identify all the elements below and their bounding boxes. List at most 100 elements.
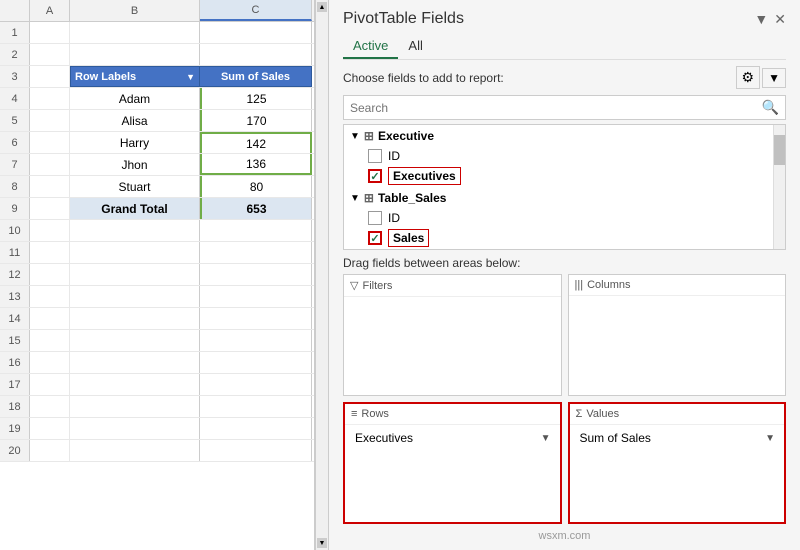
- cell-b9-grand-total: Grand Total: [70, 198, 200, 219]
- cell-a9[interactable]: [30, 198, 70, 219]
- cell-b7-jhon[interactable]: Jhon: [70, 154, 200, 175]
- sales-checkbox[interactable]: [368, 231, 382, 245]
- cell-b5-alisa[interactable]: Alisa: [70, 110, 200, 131]
- executives-checkbox[interactable]: [368, 169, 382, 183]
- cell-a7[interactable]: [30, 154, 70, 175]
- table-row: 7 Jhon 136: [0, 154, 314, 176]
- cell-a6[interactable]: [30, 132, 70, 153]
- table-row: 20: [0, 440, 314, 462]
- filters-header: ▽ Filters: [344, 275, 561, 297]
- cell-b8-stuart[interactable]: Stuart: [70, 176, 200, 197]
- values-content: Sum of Sales ▼: [570, 425, 785, 522]
- search-input[interactable]: [350, 101, 762, 115]
- filter-icon[interactable]: ▼: [186, 72, 195, 82]
- spreadsheet-panel: A B C 1 2 3 Executives Row Labels ▼: [0, 0, 315, 550]
- scroll-down-arrow[interactable]: ▼: [317, 538, 327, 548]
- cell-a4[interactable]: [30, 88, 70, 109]
- choose-fields-label: Choose fields to add to report:: [343, 71, 504, 85]
- fields-list: ▼ ⊞ Executive ID Executives ▼ ⊞ Table_Sa…: [343, 124, 786, 250]
- cell-c2[interactable]: [200, 44, 312, 65]
- column-headers: A B C: [0, 0, 314, 22]
- table-row: 6 Harry 142: [0, 132, 314, 154]
- cell-b1[interactable]: [70, 22, 200, 43]
- cell-a5[interactable]: [30, 110, 70, 131]
- row-num-header: [0, 0, 30, 21]
- field-item-executives[interactable]: Executives: [344, 165, 785, 187]
- field-item-sales[interactable]: Sales: [344, 227, 785, 249]
- pivot-panel-title: PivotTable Fields: [343, 10, 464, 28]
- cell-c7-136[interactable]: 136: [200, 154, 312, 175]
- scrollbar[interactable]: ▲ ▼: [315, 0, 329, 550]
- col-c-header: C: [200, 0, 312, 21]
- table-row: 8 Stuart 80: [0, 176, 314, 198]
- field-label-sales: Sales: [388, 229, 429, 247]
- cell-a3[interactable]: [30, 66, 70, 87]
- watermark: wsxm.com: [329, 528, 800, 544]
- cell-a1[interactable]: [30, 22, 70, 43]
- cell-c9-653: 653: [200, 198, 312, 219]
- executive-id-checkbox[interactable]: [368, 149, 382, 163]
- drag-areas: ▽ Filters ||| Columns ≡ Rows Executives …: [343, 274, 786, 524]
- gear-button[interactable]: ⚙: [736, 66, 761, 89]
- table-icon: ⊞: [364, 191, 374, 205]
- row-num: 6: [0, 132, 30, 153]
- cell-b2[interactable]: [70, 44, 200, 65]
- values-label: Values: [586, 408, 619, 420]
- rows-area[interactable]: ≡ Rows Executives ▼: [343, 402, 562, 524]
- cell-c4-125[interactable]: 125: [200, 88, 312, 109]
- cell-a2[interactable]: [30, 44, 70, 65]
- cell-c8-80[interactable]: 80: [200, 176, 312, 197]
- table-row: 13: [0, 286, 314, 308]
- rows-item-dropdown[interactable]: ▼: [538, 431, 554, 446]
- pivot-table-fields-panel: PivotTable Fields ▼ ✕ Active All Choose …: [329, 0, 800, 550]
- field-item-sales-id[interactable]: ID: [344, 209, 785, 227]
- filters-content: [344, 297, 561, 395]
- cell-c6-142[interactable]: 142: [200, 132, 312, 153]
- expand-icon: ▼: [350, 193, 360, 204]
- table-sales-group-header[interactable]: ▼ ⊞ Table_Sales: [344, 187, 785, 209]
- columns-area[interactable]: ||| Columns: [568, 274, 787, 396]
- field-label-executive-id: ID: [388, 149, 400, 163]
- search-row: 🔍: [343, 95, 786, 120]
- row-num: 7: [0, 154, 30, 175]
- gear-dropdown-btn[interactable]: ▼: [762, 68, 786, 88]
- choose-fields-row: Choose fields to add to report: ⚙ ▼: [329, 60, 800, 91]
- search-icon: 🔍: [762, 99, 779, 116]
- filters-area[interactable]: ▽ Filters: [343, 274, 562, 396]
- cell-b6-harry[interactable]: Harry: [70, 132, 200, 153]
- columns-label: Columns: [587, 279, 630, 291]
- table-row: 11: [0, 242, 314, 264]
- values-item: Sum of Sales ▼: [576, 429, 779, 447]
- values-icon: Σ: [576, 408, 583, 420]
- tab-active[interactable]: Active: [343, 34, 398, 59]
- gear-controls: ⚙ ▼: [736, 66, 786, 89]
- scroll-up-arrow[interactable]: ▲: [317, 2, 327, 12]
- cell-c1[interactable]: [200, 22, 312, 43]
- cell-a8[interactable]: [30, 176, 70, 197]
- table-row: 10: [0, 220, 314, 242]
- pivot-panel-close-btn[interactable]: ✕: [774, 11, 786, 28]
- rows-content: Executives ▼: [345, 425, 560, 522]
- values-item-dropdown[interactable]: ▼: [762, 431, 778, 446]
- table-row: 18: [0, 396, 314, 418]
- cell-b4-adam[interactable]: Adam: [70, 88, 200, 109]
- cell-c5-170[interactable]: 170: [200, 110, 312, 131]
- sales-id-checkbox[interactable]: [368, 211, 382, 225]
- col-a-header: A: [30, 0, 70, 21]
- executive-group-header[interactable]: ▼ ⊞ Executive: [344, 125, 785, 147]
- table-row: 15: [0, 330, 314, 352]
- field-item-executive-id[interactable]: ID: [344, 147, 785, 165]
- values-item-text: Sum of Sales: [576, 429, 763, 447]
- table-row: 17: [0, 374, 314, 396]
- table-row: 1: [0, 22, 314, 44]
- expand-icon: ▼: [350, 131, 360, 142]
- field-label-executives: Executives: [388, 167, 461, 185]
- table-row: 19: [0, 418, 314, 440]
- table-row: 4 Adam 125: [0, 88, 314, 110]
- values-area[interactable]: Σ Values Sum of Sales ▼: [568, 402, 787, 524]
- tab-all[interactable]: All: [398, 34, 432, 59]
- fields-scrollbar[interactable]: [773, 125, 785, 249]
- pivot-panel-dropdown-btn[interactable]: ▼: [754, 11, 768, 28]
- table-row: 2: [0, 44, 314, 66]
- row-num: 2: [0, 44, 30, 65]
